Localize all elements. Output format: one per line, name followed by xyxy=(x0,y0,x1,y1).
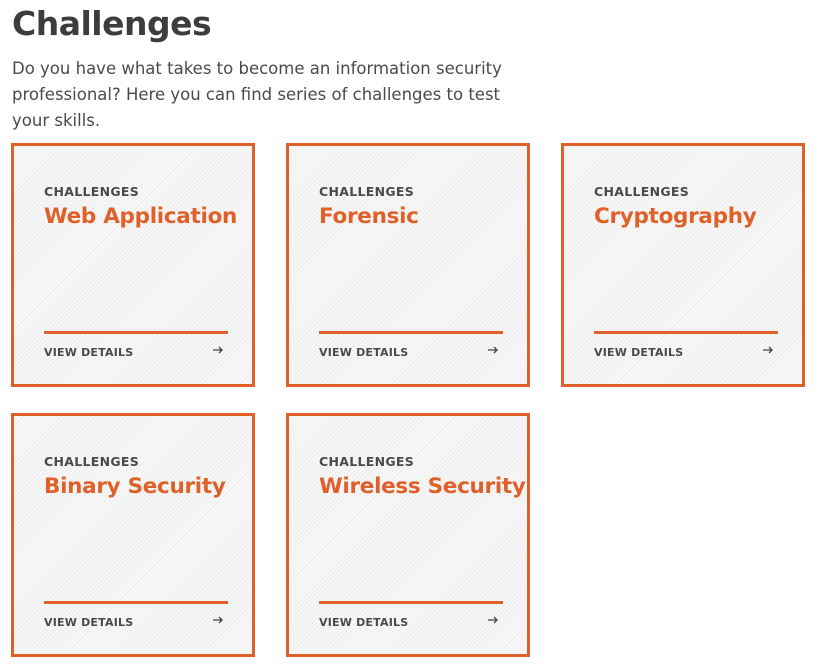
view-details-label: VIEW DETAILS xyxy=(319,616,409,629)
card-divider xyxy=(319,601,503,604)
view-details-label: VIEW DETAILS xyxy=(594,346,684,359)
card-kicker: CHALLENGES xyxy=(44,184,140,199)
challenge-card-binary-security[interactable]: CHALLENGES Binary Security VIEW DETAILS xyxy=(11,413,255,657)
arrow-right-icon xyxy=(488,346,498,354)
card-kicker: CHALLENGES xyxy=(319,184,415,199)
card-divider xyxy=(44,601,228,604)
page-title: Challenges xyxy=(12,4,212,43)
challenge-card-web-application[interactable]: CHALLENGES Web Application VIEW DETAILS xyxy=(11,143,255,387)
card-title[interactable]: Web Application xyxy=(44,204,237,229)
challenge-card-wireless-security[interactable]: CHALLENGES Wireless Security VIEW DETAIL… xyxy=(286,413,530,657)
page-intro: Do you have what takes to become an info… xyxy=(12,59,502,130)
card-title[interactable]: Wireless Security xyxy=(319,474,526,499)
view-details-link[interactable]: VIEW DETAILS xyxy=(319,344,503,362)
view-details-link[interactable]: VIEW DETAILS xyxy=(594,344,778,362)
view-details-link[interactable]: VIEW DETAILS xyxy=(44,614,228,632)
view-details-label: VIEW DETAILS xyxy=(44,346,134,359)
card-kicker: CHALLENGES xyxy=(44,454,140,469)
card-title[interactable]: Forensic xyxy=(319,204,419,229)
card-divider xyxy=(44,331,228,334)
card-divider xyxy=(594,331,778,334)
arrow-right-icon xyxy=(213,616,223,624)
challenge-card-forensic[interactable]: CHALLENGES Forensic VIEW DETAILS xyxy=(286,143,530,387)
card-title[interactable]: Binary Security xyxy=(44,474,226,499)
arrow-right-icon xyxy=(763,346,773,354)
challenge-card-cryptography[interactable]: CHALLENGES Cryptography VIEW DETAILS xyxy=(561,143,805,387)
card-kicker: CHALLENGES xyxy=(594,184,690,199)
card-divider xyxy=(319,331,503,334)
card-title[interactable]: Cryptography xyxy=(594,204,757,229)
view-details-link[interactable]: VIEW DETAILS xyxy=(44,344,228,362)
arrow-right-icon xyxy=(213,346,223,354)
arrow-right-icon xyxy=(488,616,498,624)
view-details-label: VIEW DETAILS xyxy=(319,346,409,359)
view-details-link[interactable]: VIEW DETAILS xyxy=(319,614,503,632)
card-kicker: CHALLENGES xyxy=(319,454,415,469)
view-details-label: VIEW DETAILS xyxy=(44,616,134,629)
